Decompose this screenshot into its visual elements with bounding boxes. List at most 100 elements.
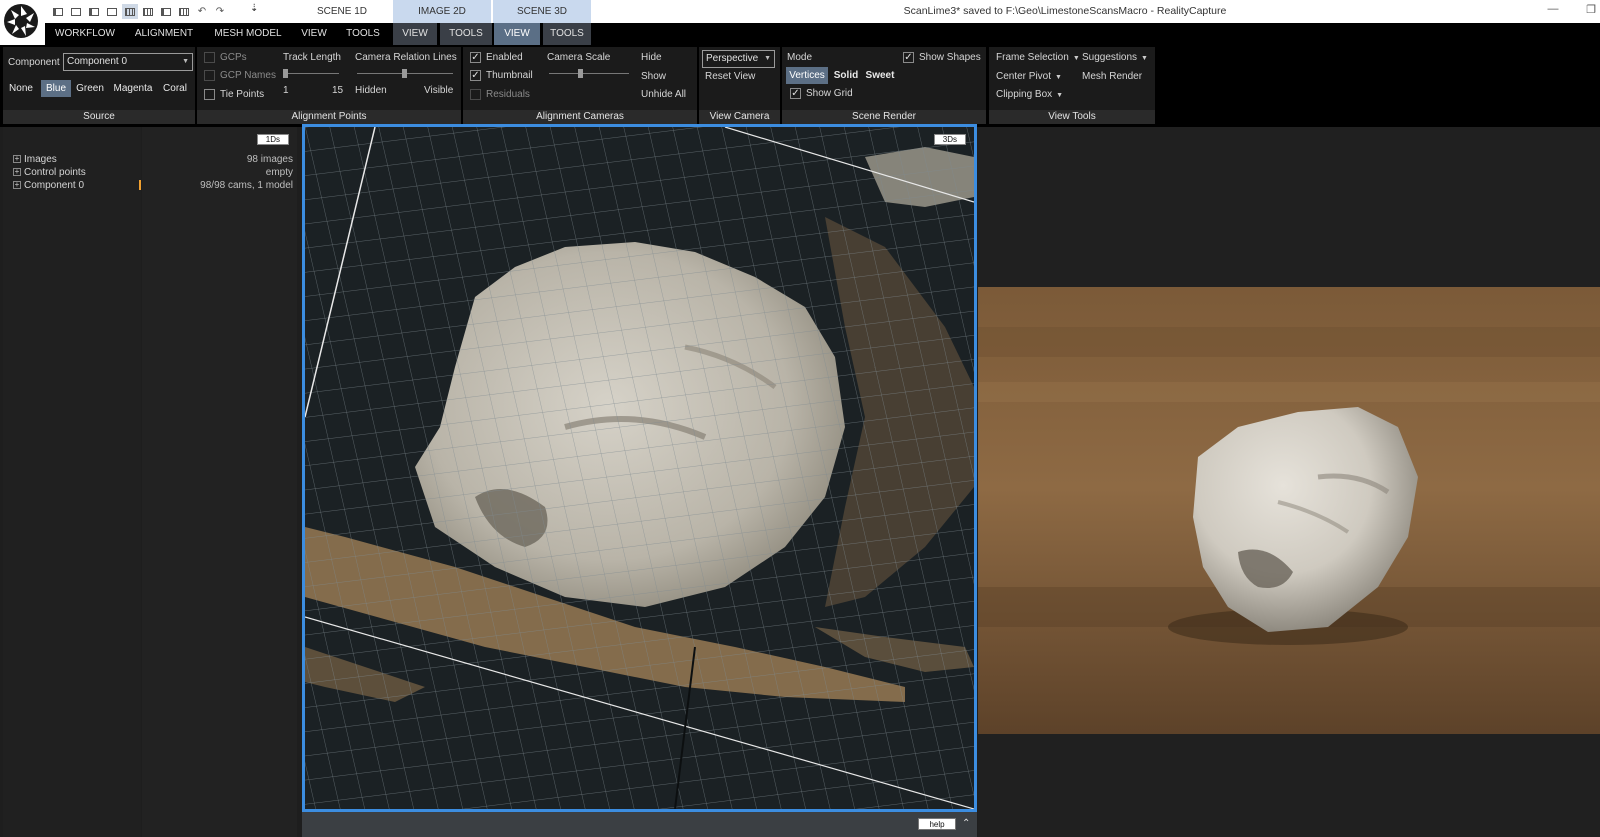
chevron-down-icon: ▼ xyxy=(1141,55,1148,62)
mode-solid-button[interactable]: Solid xyxy=(832,67,860,84)
mode-vertices-button[interactable]: Vertices xyxy=(786,67,828,84)
reset-view-button[interactable]: Reset View xyxy=(705,71,755,82)
menu-tools[interactable]: TOOLS xyxy=(340,23,386,45)
project-tree-values: 1Ds 98 images empty 98/98 cams, 1 model xyxy=(142,127,297,837)
menu-context-tools-2d[interactable]: TOOLS xyxy=(440,23,492,45)
track-length-label: Track Length xyxy=(283,52,341,63)
projection-dropdown[interactable]: Perspective ▼ xyxy=(702,50,775,68)
menu-bar: WORKFLOW ALIGNMENT MESH MODEL VIEW TOOLS… xyxy=(0,23,1600,45)
gcps-label: GCPs xyxy=(220,52,247,63)
camera-scale-label: Camera Scale xyxy=(547,52,611,63)
title-bar: ↶ ↷ ⇣ SCENE 1D IMAGE 2D SCENE 3D ScanLim… xyxy=(0,0,1600,23)
visible-label: Visible xyxy=(424,85,454,96)
clipping-box-label: Clipping Box xyxy=(996,89,1053,100)
mode-sweet-button[interactable]: Sweet xyxy=(864,67,896,84)
source-photo[interactable] xyxy=(978,287,1600,734)
track-length-slider[interactable] xyxy=(283,73,339,74)
component-dropdown[interactable]: Component 0 ▼ xyxy=(63,53,193,71)
window-title: ScanLime3* saved to F:\Geo\LimestoneScan… xyxy=(903,5,1227,17)
tree-item-images[interactable]: + Images xyxy=(13,153,57,166)
view-camera-panel: Perspective ▼ Reset View View Camera xyxy=(699,47,780,124)
help-button[interactable]: help xyxy=(918,818,956,830)
gcps-checkbox[interactable] xyxy=(204,52,215,63)
layout-7-icon[interactable] xyxy=(158,4,174,19)
color-magenta-button[interactable]: Magenta xyxy=(110,80,156,97)
track-length-slider-handle[interactable] xyxy=(283,69,288,78)
thumbnail-checkbox[interactable]: ✓ xyxy=(470,70,481,81)
residuals-checkbox[interactable] xyxy=(470,89,481,100)
tree-value-images: 98 images xyxy=(246,154,293,165)
tree-item-component-0[interactable]: + Component 0 xyxy=(13,179,84,192)
mesh-render-button[interactable]: Mesh Render xyxy=(1082,71,1142,82)
chevron-down-icon: ▼ xyxy=(182,58,189,65)
color-coral-button[interactable]: Coral xyxy=(158,80,192,97)
menu-context-view-3d[interactable]: VIEW xyxy=(494,23,540,45)
tree-value-control-points: empty xyxy=(265,167,293,178)
center-pivot-button[interactable]: Center Pivot ▼ xyxy=(996,71,1062,82)
expand-icon[interactable]: + xyxy=(13,181,21,190)
view-tools-panel-label: View Tools xyxy=(989,110,1155,124)
track-length-max: 15 xyxy=(332,85,344,96)
layout-3-icon[interactable] xyxy=(86,4,102,19)
menu-context-view-2d[interactable]: VIEW xyxy=(393,23,437,45)
layout-6-icon[interactable] xyxy=(140,4,156,19)
suggestions-button[interactable]: Suggestions ▼ xyxy=(1082,52,1148,63)
undo-icon[interactable]: ↶ xyxy=(194,4,210,19)
color-none-button[interactable]: None xyxy=(6,80,36,97)
alignment-points-panel-label: Alignment Points xyxy=(197,110,461,124)
tab-scene-1d[interactable]: SCENE 1D xyxy=(292,0,392,23)
expand-icon[interactable]: + xyxy=(13,168,21,177)
tree-item-control-points[interactable]: + Control points xyxy=(13,166,86,179)
show-shapes-label: Show Shapes xyxy=(919,52,981,63)
clipping-box-button[interactable]: Clipping Box ▼ xyxy=(996,89,1063,100)
menu-view[interactable]: VIEW xyxy=(296,23,332,45)
viewport-status-bar: help ⌃ xyxy=(302,812,977,837)
tab-image-2d[interactable]: IMAGE 2D xyxy=(393,0,491,23)
layout-2-icon[interactable] xyxy=(68,4,84,19)
app-logo-icon[interactable] xyxy=(0,0,45,45)
unhide-all-button[interactable]: Unhide All xyxy=(641,89,686,100)
menu-context-tools-3d[interactable]: TOOLS xyxy=(543,23,591,45)
customize-toolbar-icon[interactable]: ⇣ xyxy=(250,3,262,14)
enabled-checkbox[interactable]: ✓ xyxy=(470,52,481,63)
camera-relation-lines-slider-handle[interactable] xyxy=(402,69,407,78)
view-badge-3ds[interactable]: 3Ds xyxy=(933,134,966,145)
show-grid-label: Show Grid xyxy=(806,88,853,99)
minimize-icon[interactable]: — xyxy=(1546,3,1560,17)
layout-1-icon[interactable] xyxy=(50,4,66,19)
camera-scale-slider-handle[interactable] xyxy=(578,69,583,78)
alignment-cameras-panel: ✓ Enabled ✓ Thumbnail Residuals Camera S… xyxy=(463,47,697,124)
show-shapes-checkbox[interactable]: ✓ xyxy=(903,52,914,63)
menu-alignment[interactable]: ALIGNMENT xyxy=(128,23,200,45)
layout-5-icon[interactable] xyxy=(122,4,138,19)
tie-points-label: Tie Points xyxy=(220,89,265,100)
tab-scene-3d[interactable]: SCENE 3D xyxy=(493,0,591,23)
frame-selection-button[interactable]: Frame Selection ▼ xyxy=(996,52,1080,63)
expand-icon[interactable]: + xyxy=(13,155,21,164)
restore-icon[interactable]: ❐ xyxy=(1584,3,1598,17)
limestone-photo-render xyxy=(978,287,1600,734)
camera-scale-slider[interactable] xyxy=(549,73,629,74)
ribbon: Component Component 0 ▼ None Blue Green … xyxy=(0,45,1600,127)
scene-3d-viewport[interactable]: 3Ds xyxy=(302,124,977,812)
menu-workflow[interactable]: WORKFLOW xyxy=(50,23,120,45)
layout-8-icon[interactable] xyxy=(176,4,192,19)
menu-mesh-model[interactable]: MESH MODEL xyxy=(208,23,288,45)
point-cloud-render[interactable] xyxy=(305,127,974,809)
show-button[interactable]: Show xyxy=(641,71,666,82)
color-blue-button[interactable]: Blue xyxy=(41,80,71,97)
image-2d-viewport[interactable] xyxy=(978,127,1600,837)
layout-4-icon[interactable] xyxy=(104,4,120,19)
color-green-button[interactable]: Green xyxy=(73,80,107,97)
collapse-panel-icon[interactable]: ⌃ xyxy=(962,819,972,829)
show-grid-checkbox[interactable]: ✓ xyxy=(790,88,801,99)
tie-points-checkbox[interactable] xyxy=(204,89,215,100)
redo-icon[interactable]: ↷ xyxy=(212,4,228,19)
projection-value: Perspective xyxy=(706,53,759,64)
chevron-down-icon: ▼ xyxy=(1056,92,1064,99)
view-tools-panel: Frame Selection ▼ Suggestions ▼ Center Piv… xyxy=(989,47,1155,124)
suggestions-label: Suggestions xyxy=(1082,52,1138,63)
gcp-names-checkbox[interactable] xyxy=(204,70,215,81)
hide-button[interactable]: Hide xyxy=(641,52,662,63)
view-badge-1ds[interactable]: 1Ds xyxy=(256,134,289,145)
